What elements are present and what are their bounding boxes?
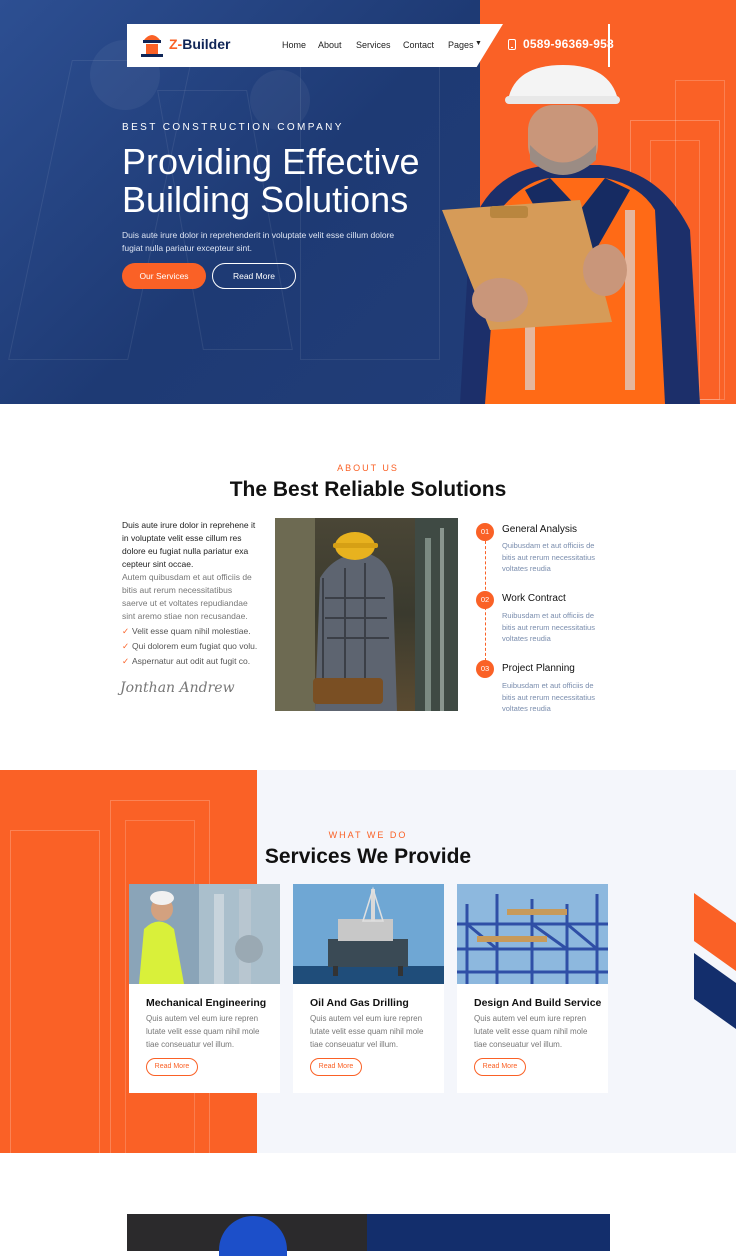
services-title: Services We Provide	[264, 845, 472, 868]
nav-services[interactable]: Services	[356, 40, 391, 50]
nav-home[interactable]: Home	[282, 40, 306, 50]
checklist-item: ✓ Velit esse quam nihil molestiae.	[122, 626, 251, 636]
about-intro-text: Duis aute irure dolor in reprehene it in…	[122, 520, 256, 569]
checklist-item: ✓ Aspernatur aut odit aut fugit co.	[122, 656, 251, 666]
phone-icon	[508, 39, 516, 50]
caret-down-icon[interactable]: ▼	[475, 40, 482, 47]
nav-about[interactable]: About	[318, 40, 342, 50]
check-icon: ✓	[122, 641, 130, 651]
step-description: Euibusdam et aut officiis de bitis aut r…	[502, 681, 595, 713]
about-body-text: Autem quibusdam et aut officiis de bitis…	[122, 572, 252, 621]
service-description: Quis autem vel eum iure repren lutate ve…	[310, 1014, 424, 1049]
checklist-item: ✓ Qui dolorem eum fugiat quo volu.	[122, 641, 258, 651]
decorative-stripes	[694, 893, 736, 1029]
brand-prefix: Z-	[169, 36, 183, 52]
phone-divider	[608, 24, 610, 67]
about-title: The Best Reliable Solutions	[229, 478, 507, 501]
service-read-more-button[interactable]: Read More	[310, 1058, 362, 1076]
nav-contact[interactable]: Contact	[403, 40, 434, 50]
service-title: Mechanical Engineering	[146, 997, 267, 1009]
hero-worker-image	[442, 65, 700, 404]
step-title: Project Planning	[502, 663, 575, 674]
service-card: Mechanical Engineering Quis autem vel eu…	[129, 884, 280, 1093]
nav-pages[interactable]: Pages	[448, 40, 474, 50]
hero-title: Providing Effective Building Solutions	[122, 143, 442, 219]
hero-title-line-1: Providing Effective	[122, 141, 420, 182]
check-icon: ✓	[122, 656, 130, 666]
hero-section: Z-Builder Home About Services Contact Pa…	[0, 0, 736, 404]
hero-kicker: BEST CONSTRUCTION COMPANY	[122, 122, 344, 133]
service-read-more-button[interactable]: Read More	[146, 1058, 198, 1076]
hero-description: Duis aute irure dolor in reprehenderit i…	[122, 230, 395, 253]
signature: Jonthan Andrew	[120, 680, 235, 696]
mechanical-engineering-image	[129, 884, 280, 984]
about-kicker: ABOUT US	[337, 463, 399, 473]
check-icon: ✓	[122, 626, 130, 636]
service-description: Quis autem vel eum iure repren lutate ve…	[146, 1014, 260, 1049]
next-section-panel	[367, 1214, 610, 1251]
brand-logo-text[interactable]: Z-Builder	[169, 36, 230, 52]
step-description: Ruibusdam et aut officiis de bitis aut r…	[502, 611, 595, 643]
step-number-badge: 02	[476, 591, 494, 609]
oil-gas-drilling-image	[293, 884, 444, 984]
our-services-button[interactable]: Our Services	[122, 263, 206, 289]
step-number-badge: 01	[476, 523, 494, 541]
brand-suffix: Builder	[182, 36, 231, 52]
design-build-image	[457, 884, 608, 984]
services-kicker: WHAT WE DO	[328, 830, 408, 840]
step-title: Work Contract	[502, 593, 566, 604]
step-title: General Analysis	[502, 524, 578, 535]
service-title: Design And Build Service	[474, 997, 602, 1009]
service-read-more-button[interactable]: Read More	[474, 1058, 526, 1076]
hero-title-line-2: Building Solutions	[122, 179, 409, 220]
service-title: Oil And Gas Drilling	[310, 997, 409, 1009]
service-card: Oil And Gas Drilling Quis autem vel eum …	[293, 884, 444, 1093]
next-section-photo	[127, 1214, 367, 1256]
service-card: Design And Build Service Quis autem vel …	[457, 884, 608, 1093]
about-worker-photo	[275, 518, 458, 711]
hero-read-more-button[interactable]: Read More	[212, 263, 296, 289]
builder-logo-icon[interactable]	[140, 32, 164, 58]
phone-number[interactable]: 0589-96369-958	[523, 37, 614, 51]
step-number-badge: 03	[476, 660, 494, 678]
step-description: Quibusdam et aut officiis de bitis aut r…	[502, 541, 595, 573]
service-description: Quis autem vel eum iure repren lutate ve…	[474, 1014, 588, 1049]
